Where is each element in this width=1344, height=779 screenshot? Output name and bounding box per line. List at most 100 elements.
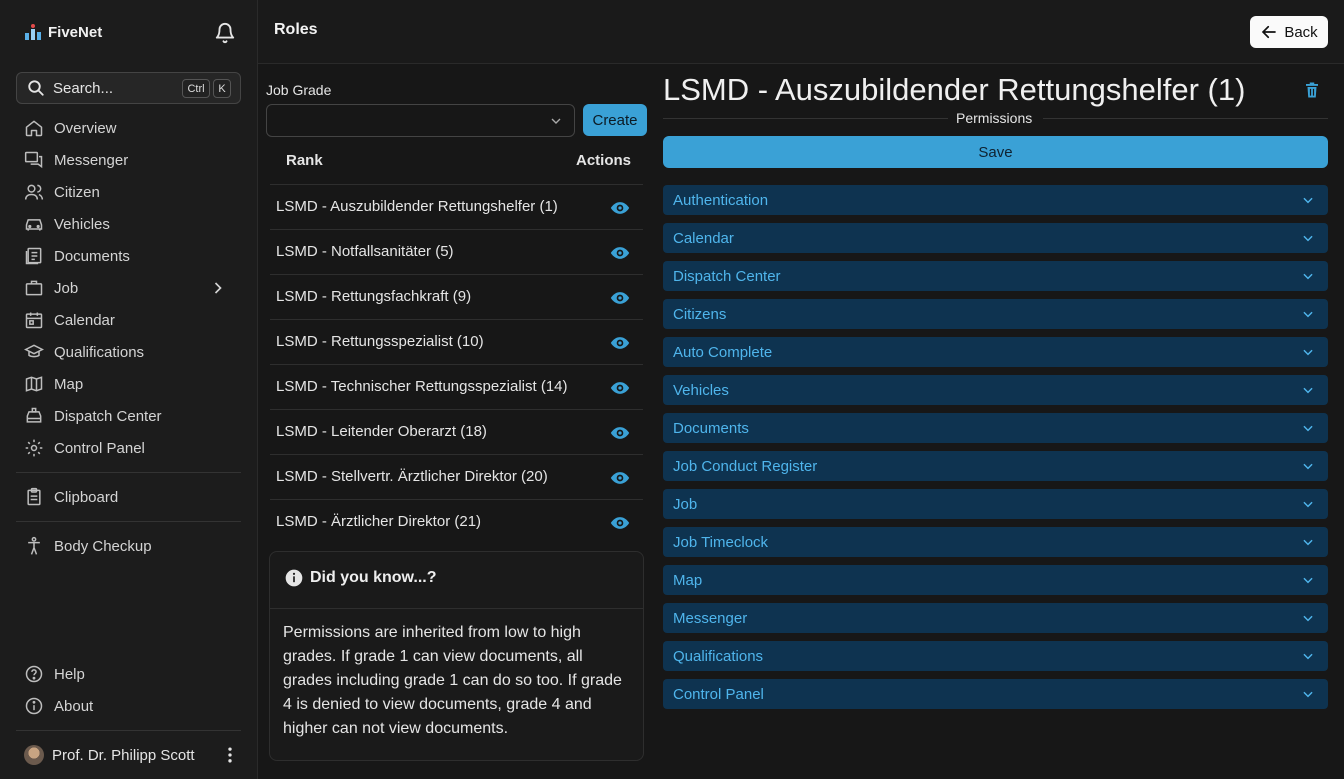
- job-grade-select[interactable]: [266, 104, 575, 137]
- accordion-label: Citizens: [673, 306, 727, 323]
- eye-icon[interactable]: [610, 423, 630, 443]
- chevron-down-icon: [1303, 501, 1313, 508]
- chevron-down-icon: [1303, 691, 1313, 698]
- chevron-down-icon: [551, 118, 561, 124]
- rank-name: LSMD - Auszubildender Rettungshelfer (1): [276, 198, 558, 215]
- eye-icon[interactable]: [610, 243, 630, 263]
- tip-body: Permissions are inherited from low to hi…: [283, 624, 622, 737]
- more-vertical-icon[interactable]: [220, 745, 240, 765]
- accordion-label: Documents: [673, 420, 749, 437]
- sidebar-item-documents[interactable]: Documents: [24, 242, 234, 270]
- sidebar-item-map[interactable]: Map: [24, 370, 234, 398]
- sidebar-item-dispatch-center[interactable]: Dispatch Center: [24, 402, 234, 430]
- users-icon: [24, 184, 44, 200]
- sidebar-item-help[interactable]: Help: [24, 660, 234, 688]
- accordion-citizens[interactable]: Citizens: [663, 299, 1328, 329]
- accordion-vehicles[interactable]: Vehicles: [663, 375, 1328, 405]
- rank-name: LSMD - Notfallsanitäter (5): [276, 243, 454, 260]
- accordion-label: Calendar: [673, 230, 734, 247]
- accordion-qualifications[interactable]: Qualifications: [663, 641, 1328, 671]
- sidebar-item-control-panel[interactable]: Control Panel: [24, 434, 234, 462]
- accordion-calendar[interactable]: Calendar: [663, 223, 1328, 253]
- accordion-dispatch-center[interactable]: Dispatch Center: [663, 261, 1328, 291]
- accordion-documents[interactable]: Documents: [663, 413, 1328, 443]
- accordion-label: Messenger: [673, 610, 748, 627]
- messages-icon: [24, 151, 43, 169]
- sidebar-item-vehicles[interactable]: Vehicles: [24, 210, 234, 238]
- eye-icon[interactable]: [610, 288, 630, 308]
- eye-icon[interactable]: [610, 468, 630, 488]
- permissions-label: Permissions: [956, 110, 1033, 126]
- sidebar-label: Citizen: [54, 183, 100, 201]
- sidebar-label: Vehicles: [54, 215, 110, 233]
- sidebar-label: Help: [54, 665, 85, 683]
- info-icon: [285, 569, 303, 587]
- accordion-label: Authentication: [673, 192, 769, 209]
- accordion-auto-complete[interactable]: Auto Complete: [663, 337, 1328, 367]
- bell-icon[interactable]: [214, 22, 236, 44]
- chevron-down-icon: [1303, 349, 1313, 356]
- sidebar-item-qualifications[interactable]: Qualifications: [24, 338, 234, 366]
- accordion-label: Auto Complete: [673, 344, 773, 361]
- home-icon: [25, 120, 43, 137]
- clipboard-icon: [27, 487, 41, 506]
- accordion-job[interactable]: Job: [663, 489, 1328, 519]
- chevron-down-icon: [1303, 539, 1313, 546]
- eye-icon[interactable]: [610, 333, 630, 353]
- rank-name: LSMD - Technischer Rettungsspezialist (1…: [276, 378, 568, 395]
- accordion-messenger[interactable]: Messenger: [663, 603, 1328, 633]
- sidebar-item-overview[interactable]: Overview: [24, 114, 234, 142]
- accordion-label: Job Timeclock: [673, 534, 769, 551]
- sidebar-item-job[interactable]: Job: [24, 274, 234, 302]
- accordion-job-conduct-register[interactable]: Job Conduct Register: [663, 451, 1328, 481]
- user-name: Prof. Dr. Philipp Scott: [52, 746, 195, 764]
- sidebar-item-about[interactable]: About: [24, 692, 234, 720]
- sidebar-label: Calendar: [54, 311, 115, 329]
- chevron-down-icon: [1303, 235, 1313, 242]
- sidebar-item-citizen[interactable]: Citizen: [24, 178, 234, 206]
- car-icon: [25, 219, 43, 231]
- table-row: LSMD - Notfallsanitäter (5): [270, 230, 643, 275]
- graduation-cap-icon: [24, 344, 44, 358]
- chevron-down-icon: [1303, 425, 1313, 432]
- accordion-label: Map: [673, 572, 703, 589]
- accordion-job-timeclock[interactable]: Job Timeclock: [663, 527, 1328, 557]
- sidebar-item-body-checkup[interactable]: Body Checkup: [24, 532, 234, 560]
- back-label: Back: [1284, 23, 1318, 41]
- back-button[interactable]: Back: [1250, 16, 1328, 48]
- sidebar-label: Job: [54, 279, 79, 297]
- search-button[interactable]: Search... Ctrl K: [16, 72, 241, 104]
- sidebar-divider: [16, 521, 241, 522]
- info-icon: [25, 697, 43, 715]
- tip-title: Did you know...?: [310, 569, 437, 586]
- rank-name: LSMD - Ärztlicher Direktor (21): [276, 513, 482, 530]
- column-header-rank: Rank: [286, 152, 323, 169]
- accordion-authentication[interactable]: Authentication: [663, 185, 1328, 215]
- sidebar-item-clipboard[interactable]: Clipboard: [24, 483, 234, 511]
- eye-icon[interactable]: [610, 378, 630, 398]
- table-row: LSMD - Stellvertr. Ärztlicher Direktor (…: [270, 455, 643, 500]
- accordion-label: Control Panel: [673, 686, 764, 703]
- trash-icon[interactable]: [1303, 81, 1321, 99]
- create-button[interactable]: Create: [583, 104, 647, 136]
- search-label: Search...: [53, 79, 114, 97]
- fivenet-logo-icon: [25, 24, 41, 40]
- user-menu[interactable]: Prof. Dr. Philipp Scott: [24, 741, 240, 769]
- accordion-control-panel[interactable]: Control Panel: [663, 679, 1328, 709]
- accordion-label: Dispatch Center: [673, 268, 781, 285]
- sidebar-label: Overview: [54, 119, 117, 137]
- accordion-map[interactable]: Map: [663, 565, 1328, 595]
- person-icon: [28, 536, 40, 555]
- chevron-right-icon[interactable]: [208, 278, 228, 298]
- save-button[interactable]: Save: [663, 136, 1328, 168]
- app-brand[interactable]: FiveNet: [24, 20, 102, 44]
- chevron-down-icon: [1303, 387, 1313, 394]
- eye-icon[interactable]: [610, 513, 630, 533]
- eye-icon[interactable]: [610, 198, 630, 218]
- sidebar-item-calendar[interactable]: Calendar: [24, 306, 234, 334]
- chevron-down-icon: [1303, 577, 1313, 584]
- avatar: [24, 745, 44, 765]
- accordion-label: Vehicles: [673, 382, 729, 399]
- arrow-left-icon: [1262, 25, 1277, 39]
- sidebar-item-messenger[interactable]: Messenger: [24, 146, 234, 174]
